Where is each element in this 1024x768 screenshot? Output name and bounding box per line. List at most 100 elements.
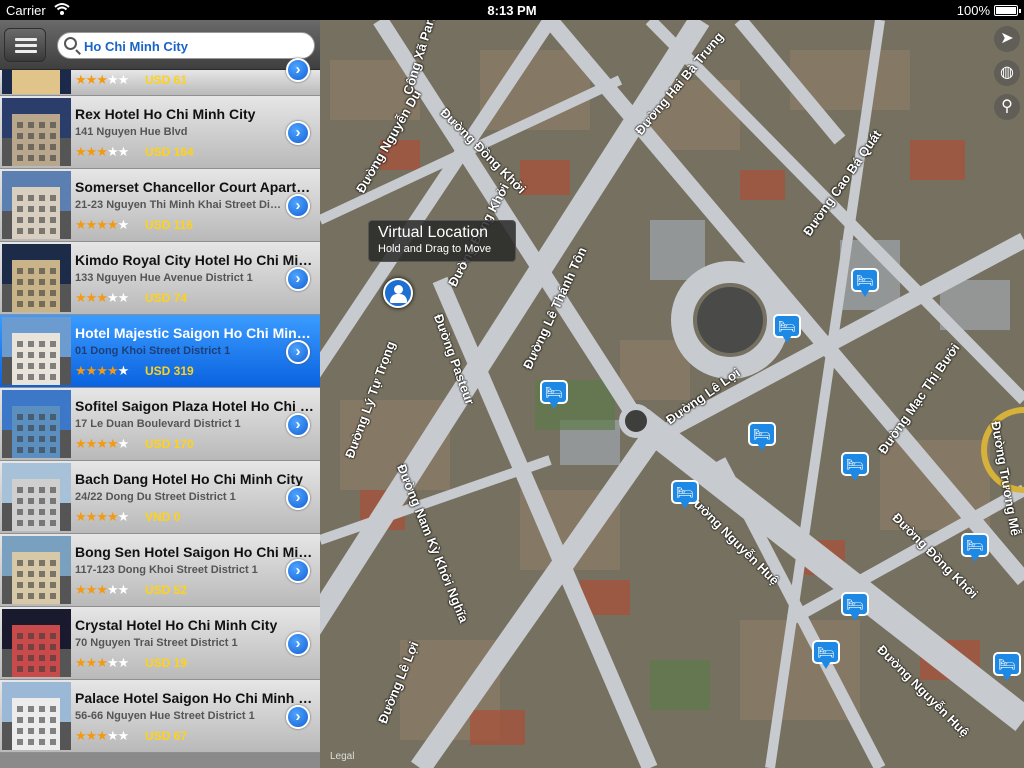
- chevron-right-icon[interactable]: ›: [286, 340, 310, 364]
- star-rating: ★★★★★: [75, 290, 130, 306]
- star-rating: ★★★★★: [75, 144, 129, 160]
- hotel-row[interactable]: ★★★★★ USD 61 ›: [0, 58, 320, 96]
- hotel-thumbnail: [2, 463, 71, 531]
- star-icon: ★: [96, 217, 108, 232]
- sidebar-toolbar: [0, 20, 320, 70]
- hotel-address: 17 Le Duan Boulevard District 1: [75, 418, 241, 430]
- menu-button[interactable]: [4, 28, 46, 62]
- star-icon: ★: [106, 655, 119, 670]
- chevron-right-icon[interactable]: ›: [286, 559, 310, 583]
- star-icon: ★: [96, 436, 108, 451]
- chevron-right-icon[interactable]: ›: [286, 413, 310, 437]
- map-view[interactable]: Đường Hai Bà Trưng Công Xã Paris Đường N…: [320, 20, 1024, 768]
- star-icon: ★: [96, 290, 108, 305]
- legal-link[interactable]: Legal: [330, 751, 354, 762]
- chevron-right-icon[interactable]: ›: [286, 194, 310, 218]
- star-icon: ★: [75, 363, 87, 378]
- hotel-row[interactable]: Kimdo Royal City Hotel Ho Chi Minh City 1…: [0, 242, 320, 315]
- star-icon: ★: [117, 290, 130, 305]
- star-icon: ★: [106, 217, 119, 232]
- star-icon: ★: [96, 509, 108, 524]
- chevron-right-icon[interactable]: ›: [286, 705, 310, 729]
- hotel-address: 133 Nguyen Hue Avenue District 1: [75, 272, 253, 284]
- hotel-row[interactable]: Bong Sen Hotel Saigon Ho Chi Minh City 11…: [0, 534, 320, 607]
- star-icon: ★: [75, 144, 87, 159]
- hotel-marker[interactable]: 🛏: [812, 640, 840, 670]
- star-icon: ★: [96, 363, 108, 378]
- hotel-row[interactable]: Crystal Hotel Ho Chi Minh City 70 Nguyen …: [0, 607, 320, 680]
- location-arrow-icon[interactable]: ➤: [994, 26, 1020, 52]
- hotel-thumbnail: [2, 317, 71, 385]
- hotel-name: Rex Hotel Ho Chi Minh City: [75, 106, 256, 122]
- callout-title: Virtual Location: [378, 224, 488, 241]
- star-icon: ★: [75, 582, 87, 597]
- hotel-marker[interactable]: 🛏: [841, 592, 869, 622]
- hotel-row[interactable]: Bach Dang Hotel Ho Chi Minh City 24/22 Do…: [0, 461, 320, 534]
- hotel-marker[interactable]: 🛏: [851, 268, 879, 298]
- chevron-right-icon[interactable]: ›: [286, 121, 310, 145]
- hotel-address: 21-23 Nguyen Thi Minh Khai Street Distri…: [75, 199, 285, 211]
- hotel-marker[interactable]: 🛏: [773, 314, 801, 344]
- chevron-right-icon[interactable]: ›: [286, 58, 310, 82]
- hotel-address: 141 Nguyen Hue Blvd: [75, 126, 188, 138]
- callout-subtitle: Hold and Drag to Move: [378, 243, 492, 255]
- star-icon: ★: [75, 290, 87, 305]
- star-icon: ★: [85, 436, 98, 451]
- hotel-address: 117-123 Dong Khoi Street District 1: [75, 564, 258, 576]
- star-rating: ★★★★★: [75, 217, 130, 233]
- chevron-right-icon[interactable]: ›: [286, 632, 310, 656]
- hotel-thumbnail: [2, 390, 71, 458]
- star-icon: ★: [85, 655, 98, 670]
- star-rating: ★★★★★: [75, 72, 129, 88]
- star-icon: ★: [85, 290, 98, 305]
- hotel-marker[interactable]: 🛏: [540, 380, 568, 410]
- hotel-price: USD 61: [145, 73, 188, 87]
- hotel-marker[interactable]: 🛏: [748, 422, 776, 452]
- search-icon: [64, 37, 77, 50]
- hotel-marker[interactable]: 🛏: [961, 533, 989, 563]
- star-icon: ★: [85, 363, 98, 378]
- star-rating: ★★★★★: [75, 436, 129, 452]
- pin-icon[interactable]: ⚲: [994, 94, 1020, 120]
- virtual-location-callout[interactable]: Virtual Location Hold and Drag to Move: [368, 220, 516, 262]
- star-icon: ★: [106, 72, 119, 87]
- star-icon: ★: [85, 728, 98, 743]
- search-bar[interactable]: [57, 32, 315, 59]
- chevron-right-icon[interactable]: ›: [286, 486, 310, 510]
- hotel-price: USD 170: [145, 437, 194, 451]
- star-icon: ★: [85, 217, 98, 232]
- hotel-row[interactable]: Palace Hotel Saigon Ho Chi Minh City 56-6…: [0, 680, 320, 753]
- hotel-row[interactable]: Rex Hotel Ho Chi Minh City 141 Nguyen Hue…: [0, 96, 320, 169]
- hotel-thumbnail: [2, 171, 71, 239]
- star-icon: ★: [117, 655, 130, 670]
- search-input[interactable]: [84, 36, 306, 56]
- hotel-row[interactable]: Hotel Majestic Saigon Ho Chi Minh City 01…: [0, 315, 320, 388]
- hotel-thumbnail: [2, 536, 71, 604]
- hotel-row[interactable]: Somerset Chancellor Court Apartments 21-2…: [0, 169, 320, 242]
- hotel-address: 56-66 Nguyen Hue Street District 1: [75, 710, 255, 722]
- battery-icon: [994, 5, 1021, 16]
- chevron-right-icon[interactable]: ›: [286, 267, 310, 291]
- hotel-price: USD 319: [145, 364, 194, 378]
- hotel-name: Crystal Hotel Ho Chi Minh City: [75, 617, 278, 633]
- star-icon: ★: [106, 290, 119, 305]
- hotel-row[interactable]: Sofitel Saigon Plaza Hotel Ho Chi Minh C…: [0, 388, 320, 461]
- star-icon: ★: [106, 144, 119, 159]
- clock: 8:13 PM: [487, 3, 537, 18]
- star-icon: ★: [117, 363, 130, 378]
- star-icon: ★: [106, 363, 119, 378]
- virtual-location-pin[interactable]: [383, 278, 413, 308]
- hotel-marker[interactable]: 🛏: [841, 452, 869, 482]
- hotel-list[interactable]: ★★★★★ USD 61 › Rex Hotel Ho Chi Minh City 14…: [0, 58, 320, 753]
- hotel-price: USD 116: [145, 218, 194, 232]
- star-icon: ★: [117, 582, 130, 597]
- person-icon: [394, 285, 403, 294]
- star-rating: ★★★★★: [75, 582, 130, 598]
- star-icon: ★: [75, 436, 87, 451]
- status-bar: Carrier 8:13 PM 100%: [0, 0, 1024, 20]
- star-icon: ★: [96, 144, 108, 159]
- globe-icon[interactable]: ◍: [994, 60, 1020, 86]
- hotel-marker[interactable]: 🛏: [993, 652, 1021, 682]
- hotel-marker[interactable]: 🛏: [671, 480, 699, 510]
- star-icon: ★: [117, 217, 130, 232]
